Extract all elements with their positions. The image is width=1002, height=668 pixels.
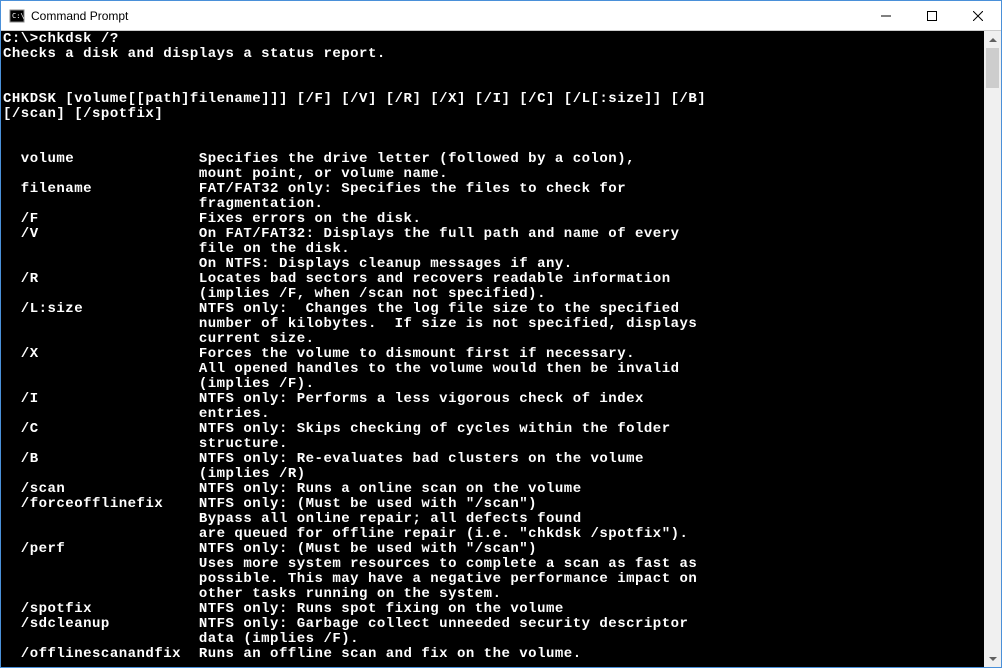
scroll-track[interactable] xyxy=(984,48,1001,650)
svg-text:C:\: C:\ xyxy=(12,12,25,20)
minimize-button[interactable] xyxy=(863,1,909,30)
console-output[interactable]: C:\>chkdsk /? Checks a disk and displays… xyxy=(1,31,984,667)
maximize-button[interactable] xyxy=(909,1,955,30)
close-button[interactable] xyxy=(955,1,1001,30)
scroll-up-arrow[interactable] xyxy=(984,31,1001,48)
vertical-scrollbar[interactable] xyxy=(984,31,1001,667)
scroll-thumb[interactable] xyxy=(986,48,999,88)
app-icon: C:\ xyxy=(9,8,25,24)
window-controls xyxy=(863,1,1001,30)
titlebar[interactable]: C:\ Command Prompt xyxy=(1,1,1001,31)
window-title: Command Prompt xyxy=(31,9,863,23)
console-area: C:\>chkdsk /? Checks a disk and displays… xyxy=(1,31,1001,667)
command-prompt-window: C:\ Command Prompt C:\>chkdsk /? Checks … xyxy=(0,0,1002,668)
scroll-down-arrow[interactable] xyxy=(984,650,1001,667)
